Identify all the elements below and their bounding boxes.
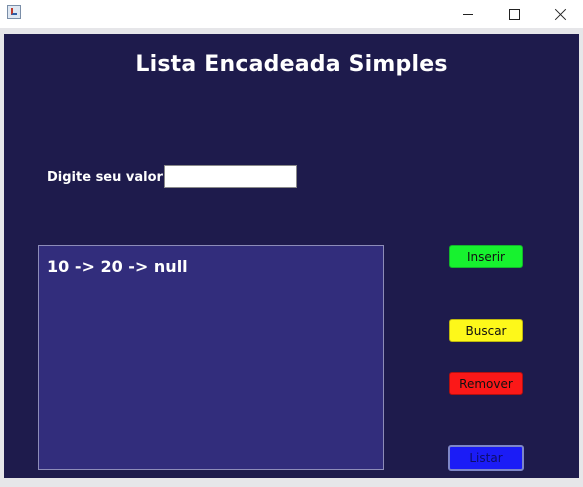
listar-button[interactable]: Listar [448,445,524,471]
page-title: Lista Encadeada Simples [135,52,448,77]
value-label: Digite seu valor: [47,170,169,185]
minimize-button[interactable] [445,0,491,28]
list-output-area: 10 -> 20 -> null [38,245,384,470]
minimize-icon [463,13,473,15]
maximize-icon [508,8,520,20]
list-output-text: 10 -> 20 -> null [47,257,188,276]
inserir-button[interactable]: Inserir [449,245,523,268]
close-icon [554,8,567,21]
buscar-button[interactable]: Buscar [449,319,523,342]
close-button[interactable] [537,0,583,28]
java-cup-icon [7,5,21,19]
value-input[interactable] [164,165,297,188]
window-titlebar [0,0,583,28]
remover-button[interactable]: Remover [449,372,523,395]
main-panel: Lista Encadeada Simples Digite seu valor… [4,34,579,478]
maximize-button[interactable] [491,0,537,28]
